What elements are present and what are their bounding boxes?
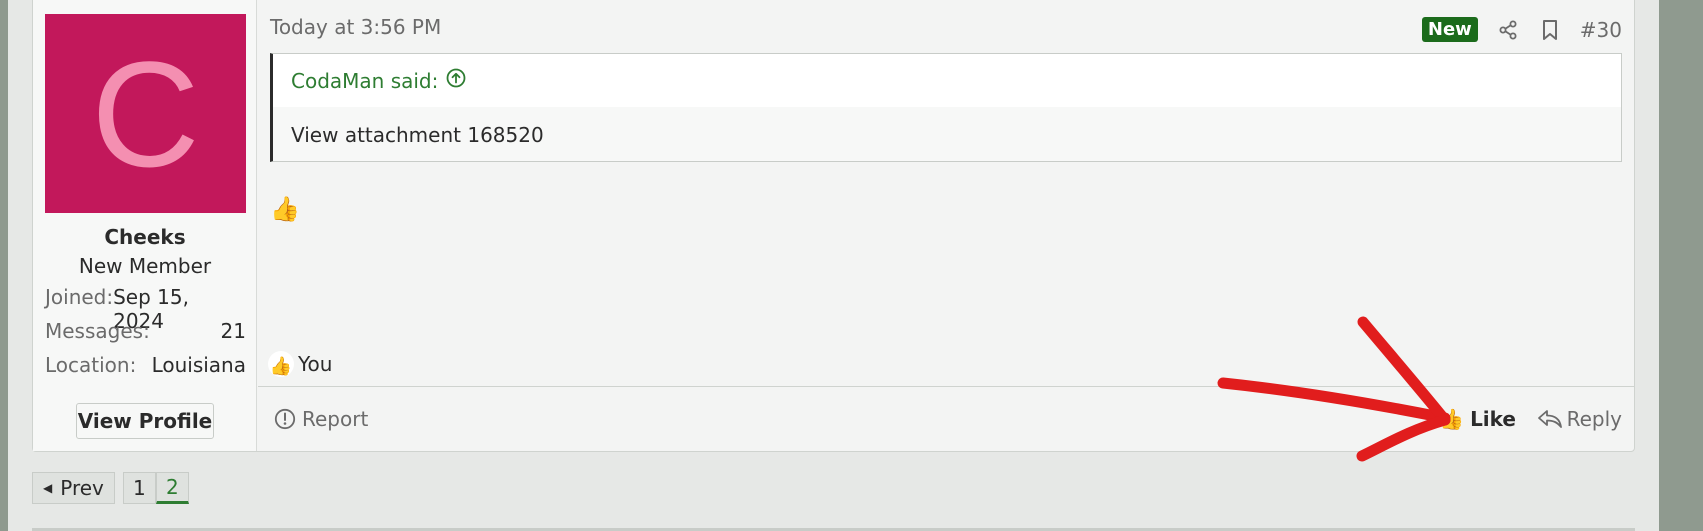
stat-messages: Messages: 21: [45, 319, 246, 343]
reactions-label[interactable]: You: [298, 352, 332, 376]
page: C Cheeks New Member Joined: Sep 15, 2024…: [8, 0, 1659, 531]
bookmark-icon[interactable]: [1538, 18, 1562, 42]
like-button[interactable]: 👍 Like: [1439, 407, 1516, 431]
post-main-cell: Today at 3:56 PM New #30 CodaMan said: V…: [258, 0, 1634, 451]
user-title: New Member: [78, 254, 212, 278]
like-label: Like: [1470, 407, 1516, 431]
quote-author[interactable]: CodaMan said:: [291, 69, 438, 93]
report-button[interactable]: Report: [274, 407, 368, 431]
page-link-2-current[interactable]: 2: [155, 472, 189, 504]
arrow-up-circle-icon[interactable]: [446, 68, 466, 93]
pagination: ◀ Prev 1 2: [32, 472, 189, 504]
thumbs-up-emoji: 👍: [270, 195, 300, 223]
stat-value: 21: [220, 319, 246, 343]
post-header-actions: New #30: [1421, 17, 1622, 42]
prev-page-button[interactable]: ◀ Prev: [32, 472, 115, 504]
user-info-cell: C Cheeks New Member Joined: Sep 15, 2024…: [33, 0, 257, 451]
stat-label: Location:: [45, 353, 137, 377]
post-container: C Cheeks New Member Joined: Sep 15, 2024…: [32, 0, 1635, 452]
reply-button[interactable]: Reply: [1537, 407, 1622, 431]
stat-location: Location: Louisiana: [45, 353, 246, 377]
post-timestamp[interactable]: Today at 3:56 PM: [270, 15, 441, 39]
reply-icon: [1537, 410, 1562, 428]
avatar-letter: C: [91, 29, 200, 198]
post-number[interactable]: #30: [1580, 18, 1622, 42]
caret-left-icon: ◀: [43, 481, 53, 495]
prev-label: Prev: [60, 476, 104, 500]
thumbs-up-icon: 👍: [1439, 407, 1465, 431]
stat-label: Messages:: [45, 319, 150, 343]
quote-block: CodaMan said: View attachment 168520: [270, 53, 1622, 162]
reactions-summary[interactable]: 👍 You: [268, 351, 332, 377]
username[interactable]: Cheeks: [33, 225, 257, 249]
page-numbers: 1 2: [122, 472, 189, 504]
report-label: Report: [302, 407, 369, 431]
share-icon[interactable]: [1496, 18, 1520, 42]
page-link-1[interactable]: 1: [122, 472, 156, 504]
quote-header[interactable]: CodaMan said:: [273, 54, 1621, 107]
thumbs-up-reaction-icon: 👍: [268, 351, 294, 377]
stat-value: Louisiana: [151, 353, 246, 377]
post-footer: Report 👍 Like Reply: [258, 386, 1634, 451]
new-badge: New: [1421, 17, 1478, 42]
avatar[interactable]: C: [45, 14, 246, 213]
view-profile-button[interactable]: View Profile: [76, 403, 214, 439]
alert-circle-icon: [274, 408, 296, 430]
reply-label: Reply: [1566, 407, 1622, 431]
quote-text[interactable]: View attachment 168520: [273, 107, 1621, 163]
